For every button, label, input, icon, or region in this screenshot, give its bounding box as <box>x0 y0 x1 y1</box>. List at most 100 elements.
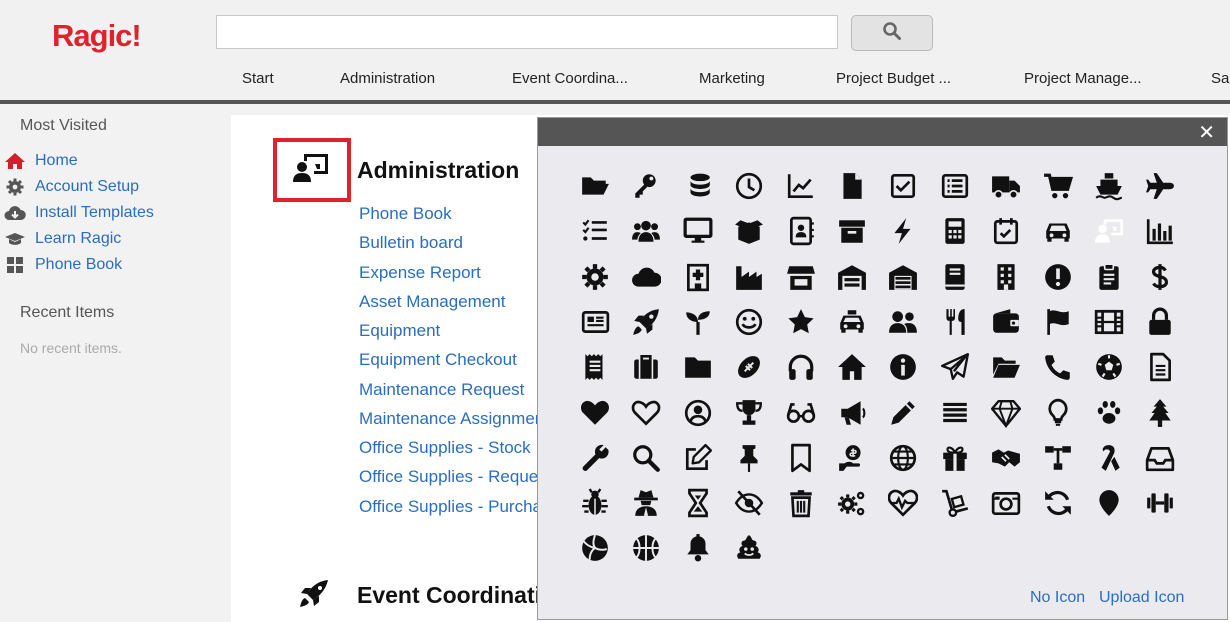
link-equipment-checkout[interactable]: Equipment Checkout <box>359 350 517 370</box>
film-icon[interactable] <box>1088 302 1130 342</box>
ragic-logo[interactable]: Ragic! <box>52 18 142 54</box>
link-phone-book[interactable]: Phone Book <box>359 204 452 224</box>
heart-icon[interactable] <box>574 393 616 433</box>
info-circle-icon[interactable] <box>882 347 924 387</box>
coins-icon[interactable] <box>677 166 719 206</box>
glasses-icon[interactable] <box>780 393 822 433</box>
rocket-icon[interactable] <box>625 302 667 342</box>
folder-open-2-icon[interactable] <box>985 347 1027 387</box>
tab-project-management[interactable]: Project Manage... <box>1024 70 1142 87</box>
wallet-icon[interactable] <box>985 302 1027 342</box>
folder-icon[interactable] <box>677 347 719 387</box>
flag-icon[interactable] <box>1037 302 1079 342</box>
section-icon-button[interactable] <box>273 138 351 202</box>
link-equipment[interactable]: Equipment <box>359 321 440 341</box>
archive-icon[interactable] <box>831 211 873 251</box>
bullhorn-icon[interactable] <box>831 393 873 433</box>
phone-icon[interactable] <box>1037 347 1079 387</box>
link-office-supplies-request[interactable]: Office Supplies - Request <box>359 467 539 487</box>
clipboard-icon[interactable] <box>1088 257 1130 297</box>
ship-icon[interactable] <box>1088 166 1130 206</box>
link-maintenance-request[interactable]: Maintenance Request <box>359 380 524 400</box>
no-icon-link[interactable]: No Icon <box>1030 589 1085 607</box>
seedling-icon[interactable] <box>677 302 719 342</box>
basketball-icon[interactable] <box>625 528 667 568</box>
eye-slash-icon[interactable] <box>728 483 770 523</box>
cogs-icon[interactable] <box>831 483 873 523</box>
bookmark-icon[interactable] <box>780 438 822 478</box>
search-button[interactable] <box>851 15 933 51</box>
cog-icon[interactable] <box>574 257 616 297</box>
tab-sales[interactable]: Sal <box>1211 70 1230 87</box>
hospital-icon[interactable] <box>677 257 719 297</box>
car-icon[interactable] <box>1037 211 1079 251</box>
cart-icon[interactable] <box>1037 166 1079 206</box>
clock-icon[interactable] <box>728 166 770 206</box>
sidebar-item-account-setup[interactable]: Account Setup <box>4 176 139 198</box>
lock-icon[interactable] <box>1139 302 1181 342</box>
smile-icon[interactable] <box>728 302 770 342</box>
heartbeat-icon[interactable] <box>882 483 924 523</box>
sidebar-item-learn-ragic[interactable]: Learn Ragic <box>4 228 121 250</box>
truck-icon[interactable] <box>985 166 1027 206</box>
plane-icon[interactable] <box>1139 166 1181 206</box>
warehouse-icon[interactable] <box>831 257 873 297</box>
link-office-supplies-stock[interactable]: Office Supplies - Stock <box>359 438 531 458</box>
tasks-icon[interactable] <box>574 211 616 251</box>
lightbulb-icon[interactable] <box>1037 393 1079 433</box>
book-icon[interactable] <box>934 257 976 297</box>
file-icon[interactable] <box>831 166 873 206</box>
soccer-ball-icon[interactable] <box>1088 347 1130 387</box>
tab-administration[interactable]: Administration <box>340 70 435 87</box>
hourglass-icon[interactable] <box>677 483 719 523</box>
receipt-icon[interactable] <box>574 347 616 387</box>
headphones-icon[interactable] <box>780 347 822 387</box>
search-icon[interactable] <box>625 438 667 478</box>
box-open-icon[interactable] <box>728 211 770 251</box>
gift-icon[interactable] <box>934 438 976 478</box>
link-bulletin-board[interactable]: Bulletin board <box>359 233 463 253</box>
close-icon[interactable]: ✕ <box>1198 120 1215 145</box>
tab-marketing[interactable]: Marketing <box>699 70 765 87</box>
folder-open-icon[interactable] <box>574 166 616 206</box>
store-icon[interactable] <box>780 257 822 297</box>
link-expense-report[interactable]: Expense Report <box>359 263 481 283</box>
handshake-icon[interactable] <box>985 438 1027 478</box>
pencil-icon[interactable] <box>882 393 924 433</box>
link-maintenance-assignment[interactable]: Maintenance Assignment <box>359 409 539 429</box>
bug-icon[interactable] <box>574 483 616 523</box>
align-justify-icon[interactable] <box>934 393 976 433</box>
tab-start[interactable]: Start <box>242 70 274 87</box>
heart-outline-icon[interactable] <box>625 393 667 433</box>
wrench-icon[interactable] <box>574 438 616 478</box>
chart-bar-icon[interactable] <box>1139 211 1181 251</box>
key-icon[interactable] <box>625 166 667 206</box>
users-icon[interactable] <box>625 211 667 251</box>
football-icon[interactable] <box>728 347 770 387</box>
link-office-supplies-purchase[interactable]: Office Supplies - Purchase <box>359 497 539 517</box>
cloud-icon[interactable] <box>625 257 667 297</box>
taxi-icon[interactable] <box>831 302 873 342</box>
camera-retro-icon[interactable] <box>985 483 1027 523</box>
home-icon[interactable] <box>831 347 873 387</box>
trash-icon[interactable] <box>780 483 822 523</box>
dollar-icon[interactable] <box>1139 257 1181 297</box>
exclamation-circle-icon[interactable] <box>1037 257 1079 297</box>
calculator-icon[interactable] <box>934 211 976 251</box>
bolt-icon[interactable] <box>882 211 924 251</box>
dolly-icon[interactable] <box>934 483 976 523</box>
edit-icon[interactable] <box>677 438 719 478</box>
desktop-icon[interactable] <box>677 211 719 251</box>
gem-icon[interactable] <box>985 393 1027 433</box>
suitcase-icon[interactable] <box>625 347 667 387</box>
sitemap-icon[interactable] <box>1037 438 1079 478</box>
tab-event-coordination[interactable]: Event Coordina... <box>512 70 628 87</box>
inbox-icon[interactable] <box>1139 438 1181 478</box>
sidebar-item-install-templates[interactable]: Install Templates <box>4 202 154 224</box>
star-icon[interactable] <box>780 302 822 342</box>
globe-icon[interactable] <box>882 438 924 478</box>
hand-holding-usd-icon[interactable] <box>831 438 873 478</box>
paw-icon[interactable] <box>1088 393 1130 433</box>
sidebar-item-phone-book[interactable]: Phone Book <box>4 254 122 276</box>
thumbtack-icon[interactable] <box>728 438 770 478</box>
